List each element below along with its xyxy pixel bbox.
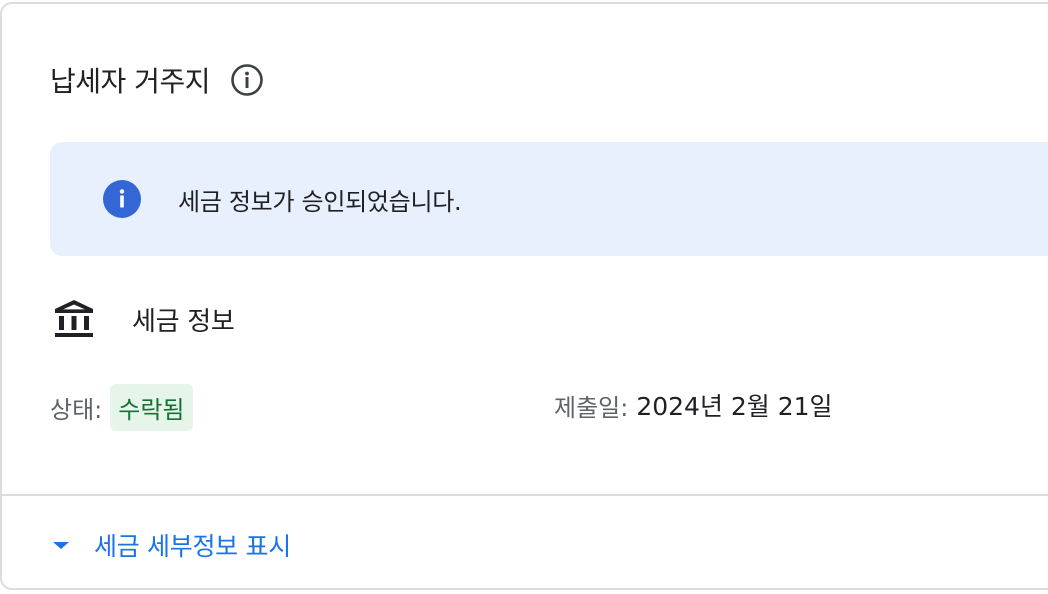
show-tax-details-button[interactable]: 세금 세부정보 표시 xyxy=(50,522,291,568)
show-tax-details-label: 세금 세부정보 표시 xyxy=(94,532,291,561)
section-title: 세금 정보 xyxy=(132,306,235,337)
card-header: 납세자 거주지 xyxy=(50,54,264,106)
taxpayer-residence-card: 납세자 거주지 세금 정보가 승인되었습니다. 세금 정보 상태: 수락됨 제출… xyxy=(0,2,1048,590)
info-filled-icon xyxy=(102,179,142,219)
status-label: 상태: xyxy=(50,395,103,424)
submitted-date-value: 2024년 2월 21일 xyxy=(636,392,833,421)
submitted-date-field: 제출일: 2024년 2월 21일 xyxy=(554,382,833,428)
divider xyxy=(2,494,1048,496)
approval-banner: 세금 정보가 승인되었습니다. xyxy=(50,142,1048,256)
tax-info-section-header: 세금 정보 xyxy=(52,296,235,342)
bank-icon xyxy=(52,297,96,341)
submitted-date-label: 제출일: xyxy=(554,393,629,422)
status-badge: 수락됨 xyxy=(110,383,193,431)
caret-down-icon xyxy=(50,534,72,556)
info-outline-icon[interactable] xyxy=(230,63,264,97)
banner-message: 세금 정보가 승인되었습니다. xyxy=(178,188,462,216)
status-field: 상태: 수락됨 xyxy=(50,382,193,432)
page-title: 납세자 거주지 xyxy=(50,65,210,98)
